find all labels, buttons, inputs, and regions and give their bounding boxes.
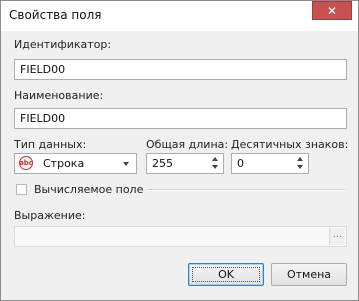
computed-field-checkbox[interactable] <box>16 184 27 195</box>
cancel-button-label: Отмена <box>286 268 332 281</box>
identifier-label: Идентификатор: <box>14 38 112 51</box>
identifier-input[interactable]: FIELD00 <box>14 59 347 80</box>
total-length-spinner[interactable]: 255 <box>146 153 224 174</box>
computed-field-label[interactable]: Вычисляемое поле <box>34 183 143 196</box>
spin-up-icon[interactable] <box>297 157 303 161</box>
data-type-label: Тип данных: <box>14 138 87 151</box>
expression-browse-button[interactable]: ... <box>329 228 345 245</box>
name-value: FIELD00 <box>20 112 66 125</box>
close-icon: ✕ <box>326 3 338 18</box>
decimals-spinner[interactable]: 0 <box>231 153 309 174</box>
cancel-button[interactable]: Отмена <box>271 263 347 286</box>
title-bar: Свойства поля ✕ <box>1 1 358 31</box>
focus-ring <box>192 267 260 282</box>
decimals-label: Десятичных знаков: <box>231 138 349 151</box>
expression-input[interactable]: ... <box>14 226 347 247</box>
spin-buttons[interactable] <box>212 155 220 172</box>
total-length-value: 255 <box>152 157 173 170</box>
dialog-title: Свойства поля <box>9 8 102 22</box>
data-type-select[interactable]: abc Строка <box>14 153 137 174</box>
total-length-label: Общая длина: <box>146 138 229 151</box>
name-label: Наименование: <box>14 89 104 102</box>
chevron-down-icon <box>123 162 129 166</box>
identifier-value: FIELD00 <box>20 63 66 76</box>
expression-label: Выражение: <box>14 209 86 222</box>
spin-down-icon[interactable] <box>297 165 303 169</box>
spin-up-icon[interactable] <box>212 157 218 161</box>
separator-line <box>147 189 345 191</box>
spin-buttons[interactable] <box>297 155 305 172</box>
abc-string-icon: abc <box>19 156 33 170</box>
ok-button[interactable]: OK <box>188 263 264 286</box>
name-input[interactable]: FIELD00 <box>14 108 347 129</box>
close-button[interactable]: ✕ <box>312 1 352 20</box>
spin-down-icon[interactable] <box>212 165 218 169</box>
dialog-body: Идентификатор: FIELD00 Наименование: FIE… <box>7 31 352 294</box>
decimals-value: 0 <box>237 157 244 170</box>
data-type-value: Строка <box>43 157 85 170</box>
field-properties-dialog: Свойства поля ✕ Идентификатор: FIELD00 Н… <box>0 0 359 301</box>
